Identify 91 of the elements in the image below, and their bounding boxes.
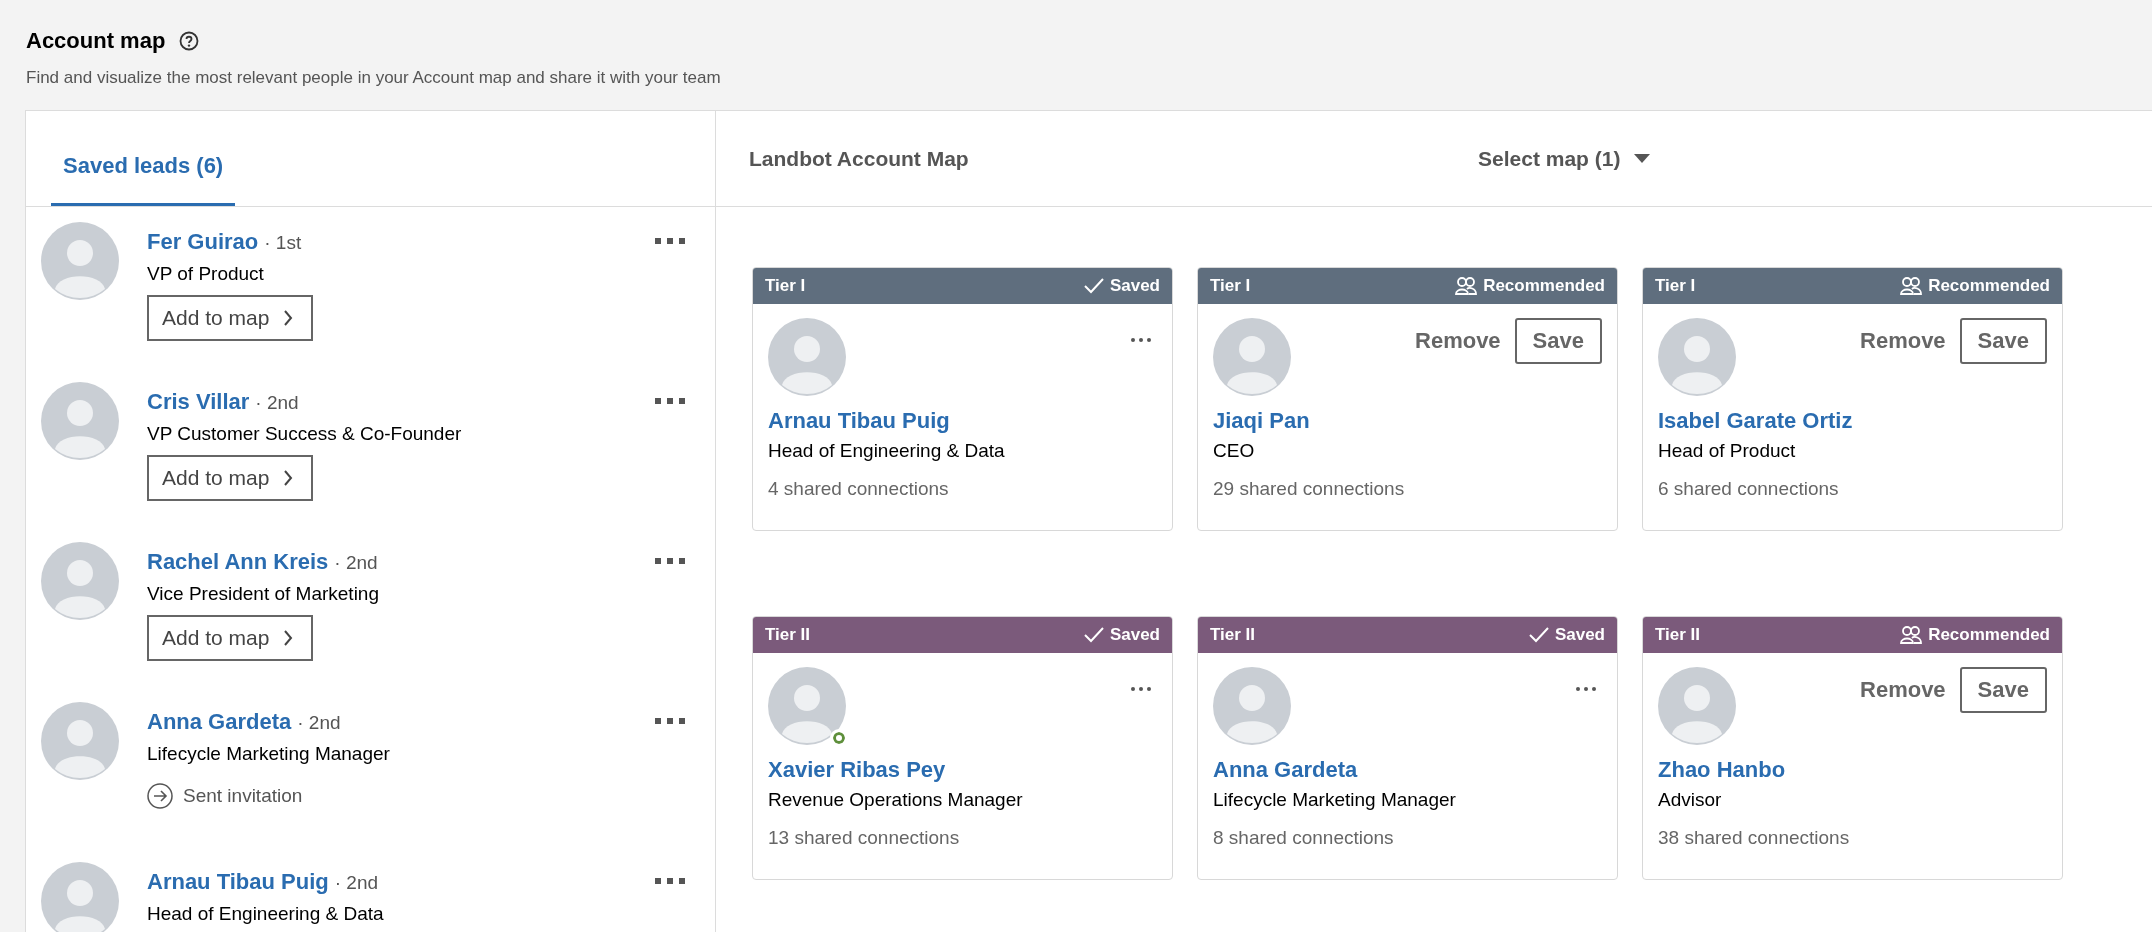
add-to-map-button[interactable]: Add to map	[147, 615, 314, 661]
card-title: Head of Product	[1658, 440, 1797, 462]
connection-degree: · 2nd	[334, 872, 379, 894]
more-icon[interactable]	[655, 237, 685, 245]
connection-degree: · 2nd	[297, 712, 341, 734]
avatar-icon	[41, 702, 119, 780]
more-icon[interactable]	[1131, 338, 1151, 342]
lead-title: Lifecycle Marketing Manager	[147, 743, 391, 765]
lead-name[interactable]: Rachel Ann Kreis	[147, 549, 329, 575]
card-name[interactable]: Xavier Ribas Pey	[768, 757, 1157, 783]
avatar-icon	[41, 542, 119, 620]
caret-down-icon	[1634, 154, 1651, 163]
more-icon[interactable]	[655, 717, 685, 725]
people-icon	[1900, 626, 1923, 644]
tier-label: Tier II	[1655, 625, 1701, 645]
more-icon[interactable]	[655, 397, 685, 405]
card-name[interactable]: Isabel Garate Ortiz	[1658, 408, 2047, 434]
invitation-status: Sent invitation	[183, 785, 303, 807]
avatar-icon	[41, 222, 119, 300]
card-name[interactable]: Jiaqi Pan	[1213, 408, 1602, 434]
card-title: Revenue Operations Manager	[768, 789, 1024, 811]
chevron-right-icon	[283, 470, 294, 486]
select-map-dropdown[interactable]: Select map (1)	[1478, 146, 1651, 171]
shared-connections: 6 shared connections	[1658, 478, 1840, 500]
remove-button[interactable]: Remove	[1415, 328, 1501, 354]
lead-name[interactable]: Anna Gardeta	[147, 709, 292, 735]
saved-leads-tab[interactable]: Saved leads (6)	[51, 153, 236, 206]
status-label: Saved	[1554, 625, 1605, 645]
card-name[interactable]: Arnau Tibau Puig	[768, 408, 1157, 434]
shared-connections: 13 shared connections	[768, 827, 961, 849]
status-label: Saved	[1109, 625, 1160, 645]
avatar-icon	[1213, 667, 1291, 745]
check-icon	[1528, 627, 1549, 643]
card-title: Lifecycle Marketing Manager	[1213, 789, 1457, 811]
status-label: Recommended	[1928, 276, 2050, 296]
people-icon	[1455, 277, 1478, 295]
more-icon[interactable]	[655, 557, 685, 565]
tier-label: Tier I	[765, 276, 806, 296]
save-button[interactable]: Save	[1514, 318, 1602, 364]
connection-degree: · 2nd	[334, 552, 378, 574]
avatar-icon	[768, 318, 846, 396]
status-label: Recommended	[1928, 625, 2050, 645]
avatar-icon	[1658, 667, 1736, 745]
help-icon[interactable]	[179, 31, 200, 51]
card-name[interactable]: Anna Gardeta	[1213, 757, 1602, 783]
people-icon	[1900, 277, 1923, 295]
lead-title: Head of Engineering & Data	[147, 903, 385, 925]
card-name[interactable]: Zhao Hanbo	[1658, 757, 2047, 783]
arrow-circle-icon	[147, 783, 173, 809]
connection-degree: · 2nd	[255, 392, 299, 414]
connection-degree: · 1st	[264, 232, 302, 254]
remove-button[interactable]: Remove	[1860, 677, 1946, 703]
add-to-map-button[interactable]: Add to map	[147, 455, 314, 501]
card-title: Head of Engineering & Data	[768, 440, 1006, 462]
status-label: Saved	[1109, 276, 1160, 296]
chevron-right-icon	[283, 630, 294, 646]
tier-label: Tier I	[1655, 276, 1696, 296]
check-icon	[1083, 627, 1104, 643]
more-icon[interactable]	[655, 877, 685, 885]
lead-name[interactable]: Fer Guirao	[147, 229, 259, 255]
map-title: Landbot Account Map	[749, 146, 970, 171]
lead-name[interactable]: Arnau Tibau Puig	[147, 869, 329, 895]
tier-label: Tier II	[765, 625, 811, 645]
card-title: CEO	[1213, 440, 1256, 462]
status-label: Recommended	[1483, 276, 1605, 296]
check-icon	[1083, 278, 1104, 294]
avatar-icon	[1213, 318, 1291, 396]
avatar-icon	[1658, 318, 1736, 396]
save-button[interactable]: Save	[1959, 318, 2047, 364]
more-icon[interactable]	[1576, 687, 1596, 691]
tier-label: Tier I	[1210, 276, 1251, 296]
shared-connections: 38 shared connections	[1658, 827, 1851, 849]
shared-connections: 4 shared connections	[768, 478, 950, 500]
save-button[interactable]: Save	[1959, 667, 2047, 713]
more-icon[interactable]	[1131, 687, 1151, 691]
chevron-right-icon	[283, 310, 294, 326]
lead-name[interactable]: Cris Villar	[147, 389, 250, 415]
tier-label: Tier II	[1210, 625, 1256, 645]
avatar-icon	[41, 382, 119, 460]
page-subtitle: Find and visualize the most relevant people in your Account map and share it with your team	[26, 68, 722, 88]
shared-connections: 29 shared connections	[1213, 478, 1406, 500]
add-to-map-button[interactable]: Add to map	[147, 295, 314, 341]
remove-button[interactable]: Remove	[1860, 328, 1946, 354]
lead-title: VP of Product	[147, 263, 265, 285]
shared-connections: 8 shared connections	[1213, 827, 1395, 849]
lead-title: VP Customer Success & Co-Founder	[147, 423, 463, 445]
avatar-icon	[768, 667, 846, 745]
card-title: Advisor	[1658, 789, 1723, 811]
avatar-icon	[41, 862, 119, 932]
page-title: Account map	[26, 28, 166, 54]
lead-title: Vice President of Marketing	[147, 583, 380, 605]
